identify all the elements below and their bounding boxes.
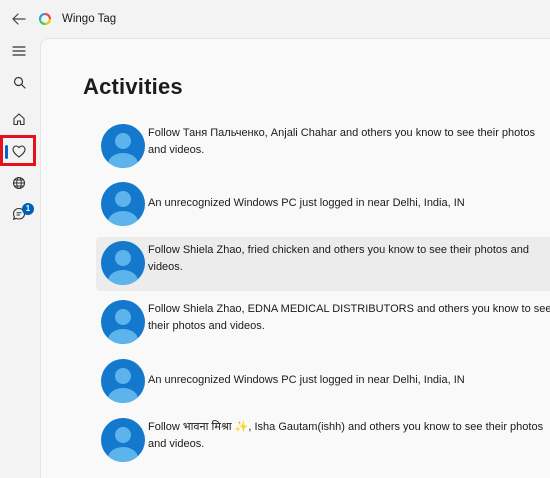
- activity-text: An unrecognized Windows PC just logged i…: [148, 374, 465, 386]
- menu-button[interactable]: [3, 36, 35, 66]
- activity-text: Follow Таня Пальченко, Anjali Chahar and…: [148, 127, 535, 156]
- page-title: Activities: [83, 74, 183, 99]
- hamburger-icon: [12, 46, 26, 56]
- activity-item[interactable]: An unrecognized Windows PC just logged i…: [96, 355, 550, 409]
- avatar-icon: [101, 124, 145, 168]
- activity-text: An unrecognized Windows PC just logged i…: [148, 197, 465, 209]
- back-arrow-icon: [12, 13, 26, 25]
- home-icon: [13, 113, 25, 126]
- activity-text: Follow Shiela Zhao, fried chicken and ot…: [148, 244, 529, 273]
- avatar-icon: [101, 241, 145, 285]
- activity-item[interactable]: Follow भावना मिश्रा ✨, Isha Gautam(ishh)…: [96, 414, 550, 468]
- selection-highlight-box: [0, 135, 36, 166]
- activity-item[interactable]: Follow Таня Пальченко, Anjali Chahar and…: [96, 120, 550, 174]
- activity-text: Follow Shiela Zhao, EDNA MEDICAL DISTRIB…: [148, 303, 550, 332]
- home-nav-item[interactable]: [3, 104, 35, 134]
- activity-item[interactable]: An unrecognized Windows PC just logged i…: [96, 178, 550, 232]
- activity-item[interactable]: Follow Shiela Zhao, fried chicken and ot…: [96, 237, 550, 291]
- notification-badge: 1: [22, 203, 34, 215]
- back-button[interactable]: [8, 9, 30, 29]
- avatar-icon: [101, 182, 145, 226]
- search-icon: [13, 76, 26, 89]
- app-logo-icon: [39, 13, 51, 25]
- explore-nav-item[interactable]: [3, 168, 35, 198]
- activity-text: Follow भावना मिश्रा ✨, Isha Gautam(ishh)…: [148, 421, 544, 450]
- globe-icon: [12, 176, 26, 190]
- search-button[interactable]: [3, 67, 35, 97]
- app-title: Wingo Tag: [62, 13, 117, 25]
- activity-item[interactable]: Follow Shiela Zhao, EDNA MEDICAL DISTRIB…: [96, 296, 550, 350]
- avatar-icon: [101, 418, 145, 462]
- title-bar: Wingo Tag: [0, 0, 550, 38]
- avatar-icon: [101, 300, 145, 344]
- avatar-icon: [101, 359, 145, 403]
